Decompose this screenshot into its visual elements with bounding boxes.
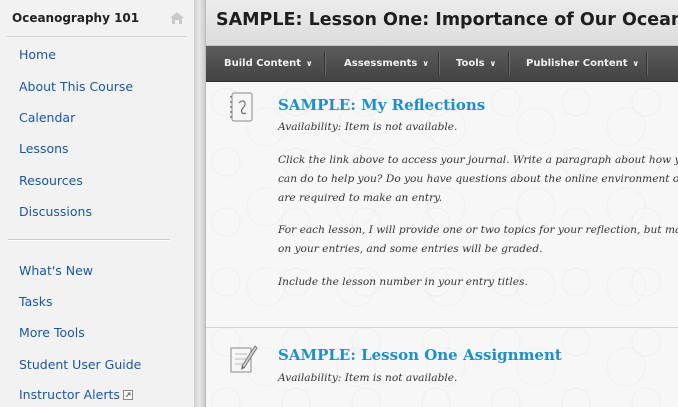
menu-label: Tools xyxy=(456,58,485,69)
item-title-link[interactable]: SAMPLE: My Reflections xyxy=(278,96,485,114)
menu-separator xyxy=(324,52,325,75)
sidebar-item-instructor-alerts[interactable]: Instructor Alerts xyxy=(19,387,133,402)
app-window: Oceanography 101 Home About This Course … xyxy=(0,0,678,407)
item-title-link[interactable]: SAMPLE: Lesson One Assignment xyxy=(278,346,562,364)
sidebar-item-lessons[interactable]: Lessons xyxy=(19,141,69,156)
external-link-icon xyxy=(122,390,133,400)
content-item-reflections: SAMPLE: My Reflections Availability: Ite… xyxy=(206,82,678,327)
home-icon[interactable] xyxy=(169,10,185,26)
menu-separator xyxy=(508,52,509,75)
chevron-down-icon: ∨ xyxy=(632,59,640,68)
course-title[interactable]: Oceanography 101 xyxy=(12,11,139,25)
description-line: Include the lesson number in your entry … xyxy=(278,276,528,288)
sidebar-item-resources[interactable]: Resources xyxy=(19,173,83,188)
menu-label: Publisher Content xyxy=(526,58,628,69)
description-line: can do to help you? Do you have question… xyxy=(278,173,678,185)
page-title: SAMPLE: Lesson One: Importance of Our Oc… xyxy=(216,10,678,30)
sidebar-item-about[interactable]: About This Course xyxy=(19,79,133,94)
sidebar-item-calendar[interactable]: Calendar xyxy=(19,110,75,125)
menu-label: Build Content xyxy=(224,58,302,69)
build-content-menu[interactable]: Build Content ∨ xyxy=(224,46,313,81)
journal-icon xyxy=(230,92,253,122)
sidebar-item-label: Instructor Alerts xyxy=(19,387,120,402)
menu-label: Assessments xyxy=(344,58,418,69)
menu-separator xyxy=(438,52,439,75)
assessments-menu[interactable]: Assessments ∨ xyxy=(344,46,429,81)
description-line: For each lesson, I will provide one or t… xyxy=(278,224,678,236)
content-item-assignment: SAMPLE: Lesson One Assignment Availabili… xyxy=(206,328,678,407)
sidebar-divider xyxy=(8,239,170,240)
action-menubar: Build Content ∨ Assessments ∨ Tools ∨ Publi… xyxy=(206,46,678,82)
sidebar-item-student-user-guide[interactable]: Student User Guide xyxy=(19,357,141,372)
publisher-content-menu[interactable]: Publisher Content ∨ xyxy=(526,46,639,81)
main-area: SAMPLE: Lesson One: Importance of Our Oc… xyxy=(206,0,678,407)
menu-separator xyxy=(646,52,647,75)
sidebar-collapse-handle[interactable] xyxy=(195,0,206,407)
sidebar-item-discussions[interactable]: Discussions xyxy=(19,204,92,219)
availability-text: Availability: Item is not available. xyxy=(278,372,458,384)
chevron-down-icon: ∨ xyxy=(306,59,313,68)
sidebar-item-more-tools[interactable]: More Tools xyxy=(19,325,85,340)
tools-menu[interactable]: Tools ∨ xyxy=(456,46,496,81)
assignment-icon xyxy=(230,345,258,373)
sidebar-item-whats-new[interactable]: What's New xyxy=(19,263,93,278)
description-line: Click the link above to access your jour… xyxy=(278,154,678,166)
availability-text: Availability: Item is not available. xyxy=(278,121,458,133)
content-area: SAMPLE: My Reflections Availability: Ite… xyxy=(206,82,678,407)
sidebar-item-home[interactable]: Home xyxy=(19,47,56,62)
chevron-down-icon: ∨ xyxy=(422,59,429,68)
course-header: Oceanography 101 xyxy=(6,0,187,37)
description-line: on your entries, and some entries will b… xyxy=(278,243,543,255)
sidebar-item-tasks[interactable]: Tasks xyxy=(19,294,53,309)
course-sidebar: Oceanography 101 Home About This Course … xyxy=(0,0,195,407)
chevron-down-icon: ∨ xyxy=(489,59,497,68)
description-line: are required to make an entry. xyxy=(278,192,443,204)
page-title-bar: SAMPLE: Lesson One: Importance of Our Oc… xyxy=(206,0,678,46)
